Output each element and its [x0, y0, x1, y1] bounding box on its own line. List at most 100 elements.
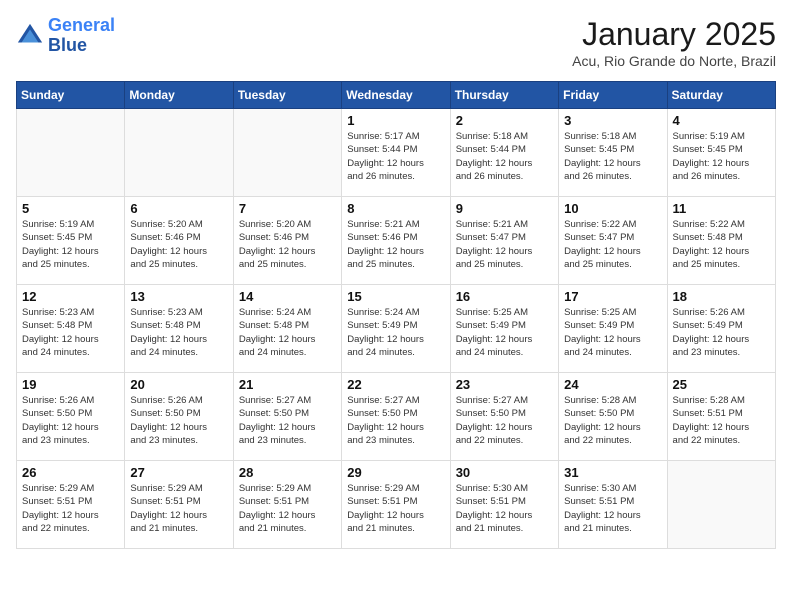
calendar-header-row: SundayMondayTuesdayWednesdayThursdayFrid… — [17, 82, 776, 109]
calendar-cell: 2 Sunrise: 5:18 AM Sunset: 5:44 PM Daylig… — [450, 109, 558, 197]
day-info: Sunrise: 5:27 AM Sunset: 5:50 PM Dayligh… — [456, 394, 553, 447]
calendar-cell: 16Sunrise: 5:25 AM Sunset: 5:49 PM Dayli… — [450, 285, 558, 373]
calendar-cell: 4 Sunrise: 5:19 AM Sunset: 5:45 PM Daylig… — [667, 109, 775, 197]
calendar-cell: 18 Sunrise: 5:26 AM Sunset: 5:49 PM Dayli… — [667, 285, 775, 373]
calendar-cell: 29 Sunrise: 5:29 AM Sunset: 5:51 PM Dayli… — [342, 461, 450, 549]
calendar-cell: 25 Sunrise: 5:28 AM Sunset: 5:51 PM Dayli… — [667, 373, 775, 461]
week-row-1: 1Sunrise: 5:17 AM Sunset: 5:44 PM Daylig… — [17, 109, 776, 197]
day-info: Sunrise: 5:27 AM Sunset: 5:50 PM Dayligh… — [347, 394, 444, 447]
day-info: Sunrise: 5:26 AM Sunset: 5:49 PM Dayligh… — [673, 306, 770, 359]
logo-icon — [16, 22, 44, 50]
calendar-cell: 8 Sunrise: 5:21 AM Sunset: 5:46 PM Daylig… — [342, 197, 450, 285]
day-number: 19 — [22, 377, 119, 392]
day-info: Sunrise: 5:19 AM Sunset: 5:45 PM Dayligh… — [673, 130, 770, 183]
day-number: 17 — [564, 289, 661, 304]
day-number: 14 — [239, 289, 336, 304]
day-info: Sunrise: 5:29 AM Sunset: 5:51 PM Dayligh… — [22, 482, 119, 535]
day-info: Sunrise: 5:27 AM Sunset: 5:50 PM Dayligh… — [239, 394, 336, 447]
calendar-cell: 23 Sunrise: 5:27 AM Sunset: 5:50 PM Dayli… — [450, 373, 558, 461]
calendar-cell: 13Sunrise: 5:23 AM Sunset: 5:48 PM Dayli… — [125, 285, 233, 373]
calendar-cell: 22Sunrise: 5:27 AM Sunset: 5:50 PM Dayli… — [342, 373, 450, 461]
day-info: Sunrise: 5:20 AM Sunset: 5:46 PM Dayligh… — [239, 218, 336, 271]
day-number: 4 — [673, 113, 770, 128]
day-info: Sunrise: 5:22 AM Sunset: 5:48 PM Dayligh… — [673, 218, 770, 271]
week-row-4: 19 Sunrise: 5:26 AM Sunset: 5:50 PM Dayli… — [17, 373, 776, 461]
day-number: 6 — [130, 201, 227, 216]
day-info: Sunrise: 5:21 AM Sunset: 5:47 PM Dayligh… — [456, 218, 553, 271]
day-info: Sunrise: 5:23 AM Sunset: 5:48 PM Dayligh… — [22, 306, 119, 359]
day-info: Sunrise: 5:28 AM Sunset: 5:51 PM Dayligh… — [673, 394, 770, 447]
day-number: 23 — [456, 377, 553, 392]
day-number: 9 — [456, 201, 553, 216]
day-number: 25 — [673, 377, 770, 392]
week-row-3: 12Sunrise: 5:23 AM Sunset: 5:48 PM Dayli… — [17, 285, 776, 373]
day-info: Sunrise: 5:18 AM Sunset: 5:44 PM Dayligh… — [456, 130, 553, 183]
calendar-cell: 9 Sunrise: 5:21 AM Sunset: 5:47 PM Daylig… — [450, 197, 558, 285]
day-number: 8 — [347, 201, 444, 216]
day-number: 28 — [239, 465, 336, 480]
calendar-cell: 15Sunrise: 5:24 AM Sunset: 5:49 PM Dayli… — [342, 285, 450, 373]
day-number: 26 — [22, 465, 119, 480]
day-info: Sunrise: 5:26 AM Sunset: 5:50 PM Dayligh… — [22, 394, 119, 447]
header-wednesday: Wednesday — [342, 82, 450, 109]
day-info: Sunrise: 5:18 AM Sunset: 5:45 PM Dayligh… — [564, 130, 661, 183]
day-number: 31 — [564, 465, 661, 480]
calendar-cell: 7Sunrise: 5:20 AM Sunset: 5:46 PM Daylig… — [233, 197, 341, 285]
calendar-cell: 5 Sunrise: 5:19 AM Sunset: 5:45 PM Daylig… — [17, 197, 125, 285]
day-info: Sunrise: 5:24 AM Sunset: 5:48 PM Dayligh… — [239, 306, 336, 359]
header-sunday: Sunday — [17, 82, 125, 109]
header-thursday: Thursday — [450, 82, 558, 109]
calendar-cell: 11 Sunrise: 5:22 AM Sunset: 5:48 PM Dayli… — [667, 197, 775, 285]
calendar-cell: 3 Sunrise: 5:18 AM Sunset: 5:45 PM Daylig… — [559, 109, 667, 197]
day-number: 29 — [347, 465, 444, 480]
day-number: 11 — [673, 201, 770, 216]
calendar-cell — [125, 109, 233, 197]
title-block: January 2025 Acu, Rio Grande do Norte, B… — [572, 16, 776, 69]
calendar-cell: 28 Sunrise: 5:29 AM Sunset: 5:51 PM Dayli… — [233, 461, 341, 549]
calendar-cell: 19 Sunrise: 5:26 AM Sunset: 5:50 PM Dayli… — [17, 373, 125, 461]
calendar-cell: 1Sunrise: 5:17 AM Sunset: 5:44 PM Daylig… — [342, 109, 450, 197]
header-tuesday: Tuesday — [233, 82, 341, 109]
calendar-subtitle: Acu, Rio Grande do Norte, Brazil — [572, 53, 776, 69]
calendar-cell: 21 Sunrise: 5:27 AM Sunset: 5:50 PM Dayli… — [233, 373, 341, 461]
day-info: Sunrise: 5:23 AM Sunset: 5:48 PM Dayligh… — [130, 306, 227, 359]
calendar-table: SundayMondayTuesdayWednesdayThursdayFrid… — [16, 81, 776, 549]
logo-text: General Blue — [48, 16, 115, 56]
calendar-cell — [233, 109, 341, 197]
day-info: Sunrise: 5:21 AM Sunset: 5:46 PM Dayligh… — [347, 218, 444, 271]
calendar-cell: 17 Sunrise: 5:25 AM Sunset: 5:49 PM Dayli… — [559, 285, 667, 373]
day-info: Sunrise: 5:25 AM Sunset: 5:49 PM Dayligh… — [456, 306, 553, 359]
day-info: Sunrise: 5:29 AM Sunset: 5:51 PM Dayligh… — [347, 482, 444, 535]
day-info: Sunrise: 5:26 AM Sunset: 5:50 PM Dayligh… — [130, 394, 227, 447]
day-number: 5 — [22, 201, 119, 216]
day-info: Sunrise: 5:29 AM Sunset: 5:51 PM Dayligh… — [130, 482, 227, 535]
day-number: 21 — [239, 377, 336, 392]
day-info: Sunrise: 5:28 AM Sunset: 5:50 PM Dayligh… — [564, 394, 661, 447]
day-number: 27 — [130, 465, 227, 480]
calendar-cell: 27 Sunrise: 5:29 AM Sunset: 5:51 PM Dayli… — [125, 461, 233, 549]
calendar-cell: 14 Sunrise: 5:24 AM Sunset: 5:48 PM Dayli… — [233, 285, 341, 373]
calendar-cell: 20 Sunrise: 5:26 AM Sunset: 5:50 PM Dayli… — [125, 373, 233, 461]
day-number: 20 — [130, 377, 227, 392]
calendar-cell: 31Sunrise: 5:30 AM Sunset: 5:51 PM Dayli… — [559, 461, 667, 549]
day-info: Sunrise: 5:22 AM Sunset: 5:47 PM Dayligh… — [564, 218, 661, 271]
calendar-cell: 24 Sunrise: 5:28 AM Sunset: 5:50 PM Dayli… — [559, 373, 667, 461]
day-info: Sunrise: 5:25 AM Sunset: 5:49 PM Dayligh… — [564, 306, 661, 359]
calendar-cell: 26 Sunrise: 5:29 AM Sunset: 5:51 PM Dayli… — [17, 461, 125, 549]
calendar-cell — [667, 461, 775, 549]
day-info: Sunrise: 5:19 AM Sunset: 5:45 PM Dayligh… — [22, 218, 119, 271]
day-number: 1 — [347, 113, 444, 128]
calendar-cell: 6Sunrise: 5:20 AM Sunset: 5:46 PM Daylig… — [125, 197, 233, 285]
day-number: 18 — [673, 289, 770, 304]
day-number: 10 — [564, 201, 661, 216]
calendar-title: January 2025 — [572, 16, 776, 53]
day-info: Sunrise: 5:29 AM Sunset: 5:51 PM Dayligh… — [239, 482, 336, 535]
calendar-cell: 30Sunrise: 5:30 AM Sunset: 5:51 PM Dayli… — [450, 461, 558, 549]
day-number: 3 — [564, 113, 661, 128]
header-friday: Friday — [559, 82, 667, 109]
day-number: 2 — [456, 113, 553, 128]
day-number: 24 — [564, 377, 661, 392]
calendar-cell: 10 Sunrise: 5:22 AM Sunset: 5:47 PM Dayli… — [559, 197, 667, 285]
week-row-2: 5 Sunrise: 5:19 AM Sunset: 5:45 PM Daylig… — [17, 197, 776, 285]
page-header: General Blue January 2025 Acu, Rio Grand… — [16, 16, 776, 69]
